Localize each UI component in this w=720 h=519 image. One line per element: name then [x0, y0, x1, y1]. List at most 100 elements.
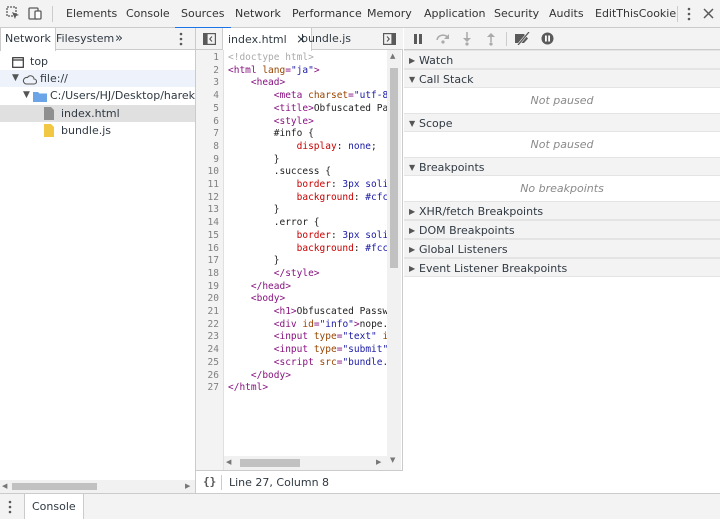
- collapsed-triangle-icon: ▶: [409, 226, 416, 235]
- tab-audits[interactable]: Audits: [549, 0, 584, 28]
- line-number[interactable]: 27: [195, 382, 219, 395]
- inspect-element-icon[interactable]: [6, 6, 20, 20]
- tab-index-html[interactable]: index.html ×: [222, 28, 313, 51]
- tab-bundle-js[interactable]: bundle.js: [301, 28, 351, 50]
- section-call-stack[interactable]: ▼ Call Stack: [404, 69, 720, 88]
- code-line: </html>: [228, 382, 269, 394]
- more-vertical-icon[interactable]: [178, 32, 184, 46]
- navigator-hscrollbar[interactable]: ◀ ▶: [0, 480, 195, 493]
- line-number[interactable]: 13: [195, 204, 219, 217]
- tab-elements[interactable]: Elements: [66, 0, 117, 28]
- pause-on-exceptions-icon[interactable]: [541, 32, 554, 48]
- code-line: </body>: [250, 369, 291, 381]
- line-number[interactable]: 6: [195, 116, 219, 129]
- line-number[interactable]: 25: [195, 357, 219, 370]
- call-stack-empty: Not paused: [530, 94, 594, 107]
- section-xhr-fetch-breakpoints[interactable]: ▶ XHR/fetch Breakpoints: [404, 201, 720, 220]
- code-line: display: none;: [296, 140, 377, 152]
- tree-item-file[interactable]: ▼ file://: [0, 70, 195, 87]
- scrollbar-thumb[interactable]: [12, 483, 97, 490]
- editor-vscrollbar[interactable]: ▲ ▼: [387, 50, 401, 470]
- line-number[interactable]: 20: [195, 293, 219, 306]
- tab-security[interactable]: Security: [494, 0, 539, 28]
- editor-hscrollbar[interactable]: ◀ ▶: [224, 456, 387, 470]
- toggle-navigator-icon[interactable]: [203, 33, 217, 48]
- line-number[interactable]: 11: [195, 179, 219, 192]
- pretty-print-button[interactable]: {}: [203, 475, 216, 488]
- tab-network-navigator[interactable]: Network: [0, 28, 56, 51]
- section-breakpoints[interactable]: ▼ Breakpoints: [404, 157, 720, 176]
- line-number[interactable]: 7: [195, 128, 219, 141]
- tab-editthiscookie[interactable]: EditThisCookie: [595, 0, 676, 28]
- section-event-listener-breakpoints[interactable]: ▶ Event Listener Breakpoints: [404, 258, 720, 277]
- section-watch[interactable]: ▶ Watch: [404, 50, 720, 69]
- scroll-left-arrow-icon[interactable]: ◀: [226, 458, 231, 466]
- more-vertical-icon[interactable]: [7, 500, 13, 514]
- line-number[interactable]: 16: [195, 243, 219, 256]
- line-number[interactable]: 4: [195, 90, 219, 103]
- deactivate-breakpoints-icon[interactable]: [514, 31, 532, 48]
- expand-triangle-icon[interactable]: ▼: [12, 70, 19, 87]
- scrollbar-thumb[interactable]: [240, 459, 300, 467]
- scroll-left-arrow-icon[interactable]: ◀: [2, 482, 7, 490]
- more-tabs-button[interactable]: »: [111, 28, 127, 50]
- step-out-icon[interactable]: [486, 32, 496, 49]
- section-dom-breakpoints[interactable]: ▶ DOM Breakpoints: [404, 220, 720, 239]
- line-number[interactable]: 26: [195, 370, 219, 383]
- code-line: border: 3px solid: [296, 179, 387, 190]
- line-number[interactable]: 23: [195, 331, 219, 344]
- tab-network[interactable]: Network: [235, 0, 281, 28]
- tree-item-index-html[interactable]: index.html: [0, 105, 195, 122]
- close-icon[interactable]: [703, 8, 714, 19]
- line-number[interactable]: 5: [195, 103, 219, 116]
- line-number[interactable]: 24: [195, 344, 219, 357]
- scroll-down-arrow-icon[interactable]: ▼: [390, 456, 395, 464]
- line-number[interactable]: 15: [195, 230, 219, 243]
- scroll-right-arrow-icon[interactable]: ▶: [376, 458, 381, 466]
- line-number[interactable]: 14: [195, 217, 219, 230]
- tree-item-label: C:/Users/HJ/Desktop/harekaze/: [50, 89, 195, 102]
- drawer-tab-console[interactable]: Console: [24, 494, 84, 519]
- tab-performance[interactable]: Performance: [292, 0, 362, 28]
- scroll-right-arrow-icon[interactable]: ▶: [185, 482, 190, 490]
- tree-item-top[interactable]: top: [0, 53, 195, 70]
- tab-filesystem[interactable]: Filesystem: [52, 28, 118, 50]
- toggle-debugger-icon[interactable]: [383, 33, 397, 48]
- line-number[interactable]: 19: [195, 281, 219, 294]
- tree-item-bundle-js[interactable]: bundle.js: [0, 122, 195, 139]
- editor-tabs: index.html × bundle.js: [196, 28, 403, 51]
- line-number[interactable]: 21: [195, 306, 219, 319]
- tab-sources[interactable]: Sources: [175, 0, 230, 29]
- code-line: <body>: [250, 293, 286, 305]
- code-area[interactable]: <!doctype html> <html lang="ja"> <head> <…: [226, 50, 387, 470]
- step-over-icon[interactable]: [435, 32, 451, 47]
- line-number[interactable]: 10: [195, 166, 219, 179]
- line-number[interactable]: 2: [195, 65, 219, 78]
- pause-icon[interactable]: [413, 33, 423, 48]
- more-vertical-icon[interactable]: [686, 7, 692, 21]
- line-number[interactable]: 8: [195, 141, 219, 154]
- line-number[interactable]: 22: [195, 319, 219, 332]
- tab-application[interactable]: Application: [424, 0, 485, 28]
- section-global-listeners[interactable]: ▶ Global Listeners: [404, 239, 720, 258]
- scroll-up-arrow-icon[interactable]: ▲: [390, 52, 395, 60]
- line-number[interactable]: 3: [195, 77, 219, 90]
- tree-item-folder[interactable]: ▼ C:/Users/HJ/Desktop/harekaze/: [0, 87, 195, 104]
- line-number[interactable]: 18: [195, 268, 219, 281]
- tab-memory[interactable]: Memory: [367, 0, 412, 28]
- section-scope[interactable]: ▼ Scope: [404, 113, 720, 132]
- expand-triangle-icon[interactable]: ▼: [23, 87, 30, 104]
- scrollbar-thumb[interactable]: [390, 68, 398, 268]
- cursor-position: Line 27, Column 8: [229, 476, 330, 489]
- code-line: <meta charset="utf-8": [273, 90, 387, 102]
- section-label: Call Stack: [419, 73, 474, 86]
- editor-panel: index.html × bundle.js 1 2 3 4 5 6 7 8 9 10 11 12 13…: [196, 28, 403, 493]
- line-number[interactable]: 1: [195, 52, 219, 65]
- tree-item-label: file://: [40, 72, 68, 85]
- tab-console[interactable]: Console: [126, 0, 170, 28]
- line-number[interactable]: 9: [195, 154, 219, 167]
- step-into-icon[interactable]: [462, 32, 472, 49]
- line-number[interactable]: 12: [195, 192, 219, 205]
- line-number[interactable]: 17: [195, 255, 219, 268]
- device-toolbar-icon[interactable]: [28, 6, 42, 20]
